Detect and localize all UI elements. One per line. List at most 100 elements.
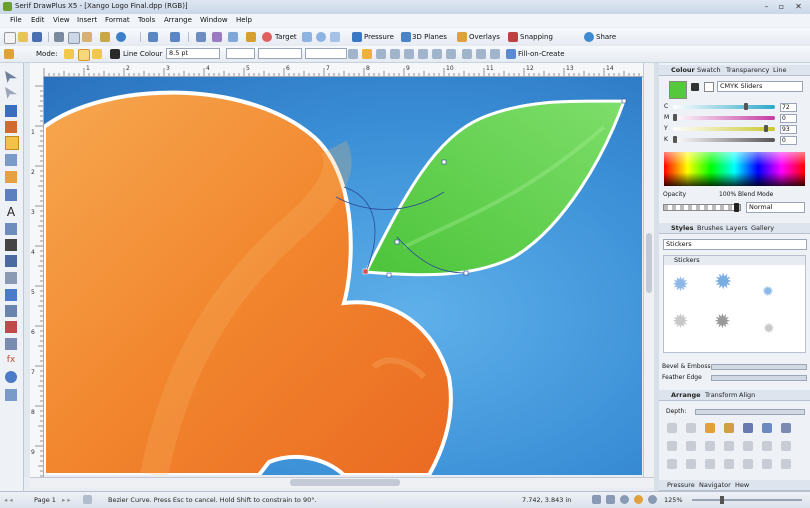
arrange-button-icon[interactable] bbox=[762, 423, 772, 433]
arrange-button-icon[interactable] bbox=[724, 423, 734, 433]
format-painter-icon[interactable] bbox=[100, 32, 110, 42]
channel-slider-knob[interactable] bbox=[743, 103, 748, 110]
arrange-button-icon[interactable] bbox=[762, 441, 772, 451]
text-tool-icon[interactable]: A bbox=[5, 206, 17, 218]
copy-icon[interactable] bbox=[68, 32, 80, 44]
no-colour-swatch[interactable] bbox=[704, 82, 714, 92]
fit-page-icon[interactable] bbox=[592, 495, 601, 504]
picture-tool-icon[interactable] bbox=[5, 289, 17, 301]
menu-help[interactable]: Help bbox=[236, 16, 252, 24]
line-colour-swatch-icon[interactable] bbox=[110, 49, 120, 59]
align-nodes-icon[interactable] bbox=[490, 49, 500, 59]
page-next-icon[interactable]: ▸ ▸ bbox=[62, 496, 71, 504]
tab-brushes[interactable]: Brushes bbox=[697, 224, 723, 232]
channel-slider[interactable] bbox=[673, 125, 775, 132]
arrange-button-icon[interactable] bbox=[667, 423, 677, 433]
arrange-button-icon[interactable] bbox=[705, 441, 715, 451]
arrange-button-icon[interactable] bbox=[743, 423, 753, 433]
fill-on-create-button[interactable]: Fill-on-Create bbox=[518, 50, 565, 58]
fill-tool-icon[interactable] bbox=[5, 255, 17, 267]
smooth-node-icon[interactable] bbox=[348, 49, 358, 59]
close-button[interactable]: ✕ bbox=[792, 2, 805, 11]
sticker-blue-gear-small-icon[interactable]: ✹ bbox=[762, 282, 774, 302]
tab-transparency[interactable]: Transparency bbox=[726, 66, 769, 74]
colour-mode-dropdown[interactable]: CMYK Sliders bbox=[717, 81, 803, 92]
arrange-button-icon[interactable] bbox=[762, 459, 772, 469]
share-button[interactable]: Share bbox=[596, 33, 616, 41]
envelope-icon[interactable] bbox=[330, 32, 340, 42]
channel-value[interactable]: 0 bbox=[780, 114, 797, 123]
tab-line[interactable]: Line bbox=[773, 66, 787, 74]
channel-slider[interactable] bbox=[673, 136, 775, 143]
blend-icon[interactable] bbox=[316, 32, 326, 42]
channel-slider[interactable] bbox=[673, 103, 775, 110]
bezier-node[interactable] bbox=[441, 159, 447, 165]
overlays-icon[interactable] bbox=[457, 32, 467, 42]
menu-file[interactable]: File bbox=[10, 16, 22, 24]
tab-navigator[interactable]: Navigator bbox=[699, 481, 731, 489]
share-icon[interactable] bbox=[584, 32, 594, 42]
actual-size-icon[interactable] bbox=[606, 495, 615, 504]
break-curve-icon[interactable] bbox=[418, 49, 428, 59]
sticker-blue-gear-large-icon[interactable]: ✹ bbox=[714, 272, 732, 294]
depth-slider[interactable] bbox=[695, 409, 805, 415]
snapping-icon[interactable] bbox=[508, 32, 518, 42]
paste-icon[interactable] bbox=[82, 32, 92, 42]
bezier-node[interactable] bbox=[394, 239, 400, 245]
drawing-canvas[interactable] bbox=[44, 77, 642, 475]
tab-layers[interactable]: Layers bbox=[726, 224, 748, 232]
arrange-button-icon[interactable] bbox=[743, 459, 753, 469]
tab-align[interactable]: Align bbox=[739, 391, 755, 399]
cut-icon[interactable] bbox=[54, 32, 64, 42]
sticker-blue-gear-icon[interactable]: ✹ bbox=[672, 274, 689, 294]
zoom-in-icon[interactable] bbox=[648, 495, 657, 504]
zoom-level[interactable]: 125% bbox=[664, 496, 683, 504]
channel-value[interactable]: 72 bbox=[780, 103, 797, 112]
eraser-tool-icon[interactable] bbox=[5, 171, 17, 183]
text-icon[interactable] bbox=[196, 32, 206, 42]
target-icon[interactable] bbox=[262, 32, 272, 42]
line-style-dropdown[interactable] bbox=[226, 48, 255, 59]
brush-tool-icon[interactable] bbox=[5, 121, 17, 133]
mode-line-icon[interactable] bbox=[92, 49, 102, 59]
node-symmetric-icon[interactable] bbox=[376, 49, 386, 59]
tab-hew[interactable]: Hew bbox=[735, 481, 749, 489]
3d-tool-icon[interactable] bbox=[5, 371, 17, 383]
feather-slider[interactable] bbox=[711, 375, 807, 381]
channel-slider-knob[interactable] bbox=[673, 114, 677, 121]
menu-view[interactable]: View bbox=[53, 16, 70, 24]
crop-tool-icon[interactable] bbox=[5, 305, 17, 317]
arrange-button-icon[interactable] bbox=[686, 423, 696, 433]
pressure-icon[interactable] bbox=[352, 32, 362, 42]
menu-arrange[interactable]: Arrange bbox=[164, 16, 192, 24]
node-tool-icon[interactable] bbox=[5, 87, 17, 99]
tab-colour[interactable]: Colour bbox=[671, 66, 695, 74]
pressure-button[interactable]: Pressure bbox=[364, 33, 394, 41]
shape-tool-icon[interactable] bbox=[5, 189, 17, 201]
table-tool-icon[interactable] bbox=[5, 223, 17, 235]
menu-tools[interactable]: Tools bbox=[138, 16, 155, 24]
transparency-tool-icon[interactable] bbox=[5, 272, 17, 284]
tab-styles[interactable]: Styles bbox=[671, 224, 694, 232]
line-width-field[interactable]: 8.5 pt bbox=[166, 48, 220, 59]
fill-colour-swatch[interactable] bbox=[669, 81, 687, 99]
channel-slider[interactable] bbox=[673, 114, 775, 121]
mode-curve-icon[interactable] bbox=[78, 49, 90, 61]
channel-value[interactable]: 93 bbox=[780, 125, 797, 134]
node-cusp-icon[interactable] bbox=[362, 49, 372, 59]
horizontal-scroll-thumb[interactable] bbox=[290, 479, 400, 486]
sticker-grey-gear-icon[interactable]: ✹ bbox=[714, 311, 731, 331]
order-icon[interactable] bbox=[246, 32, 256, 42]
arrange-button-icon[interactable] bbox=[667, 441, 677, 451]
rotate-icon[interactable] bbox=[212, 32, 222, 42]
pen-tool-button-icon[interactable] bbox=[5, 136, 19, 150]
3d-planes-icon[interactable] bbox=[401, 32, 411, 42]
arrange-button-icon[interactable] bbox=[667, 459, 677, 469]
tab-gallery[interactable]: Gallery bbox=[751, 224, 774, 232]
mode-smooth-icon[interactable] bbox=[64, 49, 74, 59]
tab-transform[interactable]: Transform bbox=[705, 391, 737, 399]
connector-tool-icon[interactable] bbox=[5, 154, 17, 166]
bezier-node[interactable] bbox=[386, 272, 392, 278]
zoom-out-icon[interactable] bbox=[620, 495, 629, 504]
page-indicator[interactable]: Page 1 bbox=[34, 496, 56, 504]
